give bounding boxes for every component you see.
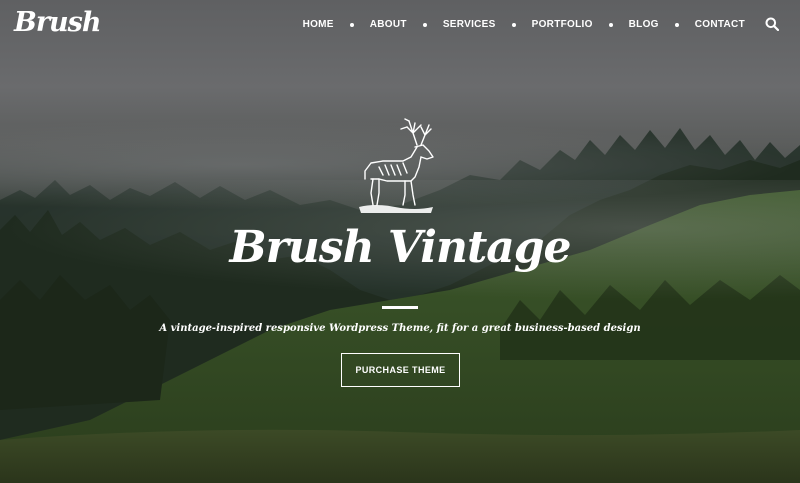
nav-separator (674, 22, 679, 27)
nav-item-services[interactable]: SERVICES (443, 19, 496, 30)
purchase-theme-button[interactable]: PURCHASE THEME (341, 353, 460, 387)
nav-separator (608, 22, 613, 27)
hero-tagline: A vintage-inspired responsive Wordpress … (159, 323, 641, 334)
elk-icon (359, 118, 434, 213)
nav-separator (511, 22, 516, 27)
title-divider (382, 306, 418, 309)
main-nav: HOME ABOUT SERVICES PORTFOLIO BLOG CONTA… (303, 19, 745, 30)
nav-item-home[interactable]: HOME (303, 19, 334, 30)
nav-item-portfolio[interactable]: PORTFOLIO (532, 19, 593, 30)
nav-item-blog[interactable]: BLOG (629, 19, 659, 30)
hero-section: Brush HOME ABOUT SERVICES PORTFOLIO BLOG… (0, 0, 800, 483)
hero-title: Brush Vintage (229, 222, 571, 273)
search-icon[interactable] (765, 17, 779, 31)
site-logo[interactable]: Brush (14, 7, 102, 38)
nav-separator (422, 22, 427, 27)
nav-item-contact[interactable]: CONTACT (695, 19, 745, 30)
nav-item-about[interactable]: ABOUT (370, 19, 407, 30)
nav-separator (349, 22, 354, 27)
